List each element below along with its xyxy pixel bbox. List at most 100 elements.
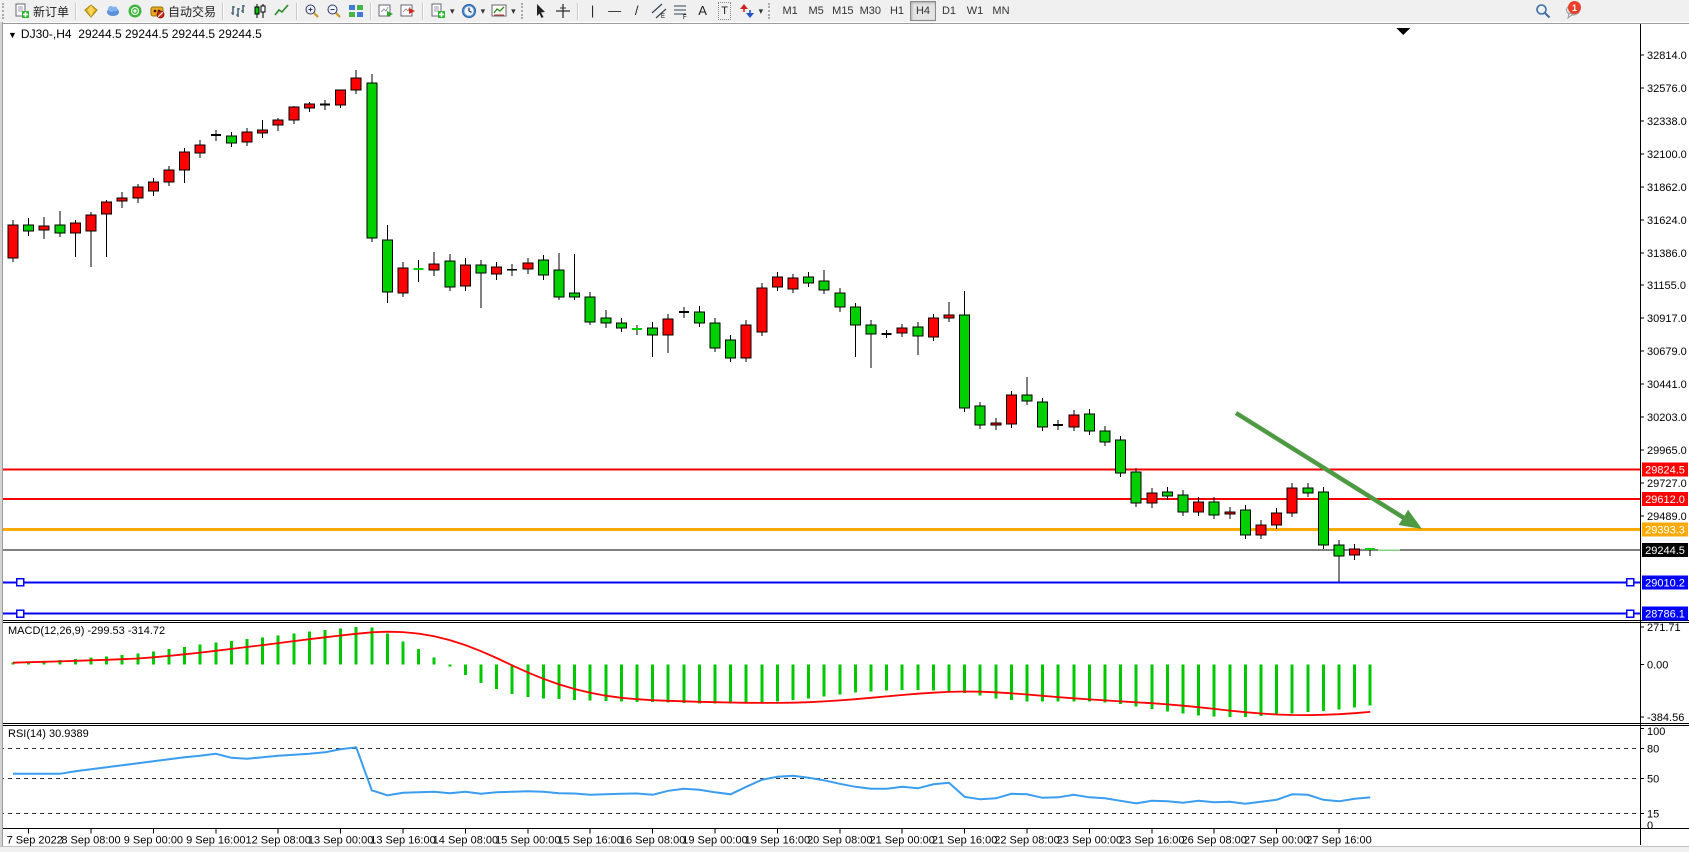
time-tick-label: 19 Sep 16:00 bbox=[745, 835, 810, 847]
candle-body bbox=[1162, 492, 1172, 496]
horizontal-line-tool-button[interactable]: — bbox=[604, 1, 626, 21]
timeframe-button-m1[interactable]: M1 bbox=[777, 1, 803, 21]
search-button[interactable] bbox=[1532, 1, 1554, 21]
community-button[interactable] bbox=[102, 1, 124, 21]
candle-body bbox=[398, 268, 408, 293]
timeframe-button-h4[interactable]: H4 bbox=[910, 1, 936, 21]
hline-icon: — bbox=[608, 3, 621, 19]
algo-trading-button[interactable]: 自动交易 bbox=[146, 1, 219, 21]
candle-body bbox=[1022, 395, 1032, 401]
trendline-tool-button[interactable]: / bbox=[626, 1, 648, 21]
toolbar-gripper[interactable] bbox=[2, 3, 9, 19]
label-tool-button[interactable]: T bbox=[714, 1, 736, 21]
candle-body bbox=[336, 90, 346, 105]
price-tick-label: 31624.0 bbox=[1647, 215, 1687, 227]
zoom-out-button[interactable] bbox=[323, 1, 345, 21]
toolbar-separator bbox=[75, 3, 77, 20]
price-tick-label: 31386.0 bbox=[1647, 248, 1687, 260]
timeframe-toolbar: M1M5M15M30H1H4D1W1MN bbox=[777, 1, 1014, 21]
line-chart-button[interactable] bbox=[271, 1, 293, 21]
timeframe-button-w1[interactable]: W1 bbox=[962, 1, 988, 21]
candle-body bbox=[1303, 488, 1313, 493]
timeframe-button-h1[interactable]: H1 bbox=[884, 1, 910, 21]
candle-body bbox=[148, 182, 158, 191]
chart-title: ▼DJ30-,H4 29244.5 29244.5 29244.5 29244.… bbox=[8, 27, 262, 41]
candle-body bbox=[570, 293, 580, 297]
candle-body bbox=[1194, 502, 1204, 512]
toolbar-separator bbox=[370, 3, 372, 20]
candle-body bbox=[492, 267, 502, 274]
timeframe-button-m5[interactable]: M5 bbox=[803, 1, 829, 21]
arrows-tool-button[interactable]: ▾ bbox=[736, 1, 767, 21]
candle-chart-button[interactable] bbox=[249, 1, 271, 21]
tile-windows-button[interactable] bbox=[345, 1, 367, 21]
candle-body bbox=[1147, 493, 1157, 503]
line-handle[interactable] bbox=[1627, 579, 1634, 586]
candle-body bbox=[102, 202, 112, 214]
period-button[interactable]: ▾ bbox=[458, 1, 489, 21]
candle-body bbox=[70, 223, 80, 233]
time-tick-label: 23 Sep 16:00 bbox=[1119, 835, 1184, 847]
time-tick-label: 22 Sep 08:00 bbox=[994, 835, 1059, 847]
candle-body bbox=[1006, 395, 1016, 424]
chart-canvas[interactable]: 32814.032576.032338.032100.031862.031624… bbox=[0, 22, 1689, 851]
toolbar-gripper[interactable] bbox=[521, 3, 528, 19]
new-chart-button[interactable]: ▾ bbox=[427, 1, 458, 21]
collapse-arrow-icon[interactable]: ▼ bbox=[8, 30, 17, 40]
new-order-button[interactable]: 新订单 bbox=[11, 1, 72, 21]
arrows-icon bbox=[739, 3, 755, 19]
chart-shift-button[interactable] bbox=[397, 1, 419, 21]
zoom-in-button[interactable] bbox=[301, 1, 323, 21]
rsi-tick-label: 15 bbox=[1647, 808, 1659, 820]
time-tick-label: 7 Sep 2022 bbox=[7, 835, 63, 847]
crosshair-icon bbox=[555, 3, 571, 19]
candle-body bbox=[8, 225, 18, 258]
chart-background bbox=[0, 22, 1689, 851]
candle-body bbox=[1287, 488, 1297, 513]
candle-body bbox=[1038, 402, 1048, 427]
chart-window[interactable]: 32814.032576.032338.032100.031862.031624… bbox=[0, 22, 1689, 851]
template-button[interactable]: ▾ bbox=[488, 1, 519, 21]
candle-body bbox=[819, 281, 829, 290]
vertical-line-tool-button[interactable]: | bbox=[582, 1, 604, 21]
macd-tick-label: 271.71 bbox=[1647, 622, 1681, 634]
chart-shift-icon bbox=[400, 3, 416, 19]
toolbar-gripper[interactable] bbox=[768, 3, 775, 19]
line-handle[interactable] bbox=[1627, 610, 1634, 617]
gem-icon bbox=[83, 3, 99, 19]
candle-body bbox=[772, 277, 782, 287]
fibonacci-tool-button[interactable] bbox=[670, 1, 692, 21]
auto-scroll-button[interactable] bbox=[375, 1, 397, 21]
timeframe-button-d1[interactable]: D1 bbox=[936, 1, 962, 21]
channel-tool-button[interactable] bbox=[648, 1, 670, 21]
candle-body bbox=[273, 120, 283, 125]
market-watch-button[interactable] bbox=[80, 1, 102, 21]
new-chart-icon bbox=[430, 3, 446, 19]
text-tool-button[interactable]: A bbox=[692, 1, 714, 21]
signals-button[interactable] bbox=[124, 1, 146, 21]
cursor-tool-button[interactable] bbox=[530, 1, 552, 21]
candle-body bbox=[741, 325, 751, 358]
candle-body bbox=[242, 132, 252, 142]
line-handle[interactable] bbox=[17, 579, 24, 586]
trendline-icon: / bbox=[635, 3, 639, 19]
timeframe-button-m15[interactable]: M15 bbox=[829, 1, 856, 21]
time-tick-label: 26 Sep 08:00 bbox=[1181, 835, 1246, 847]
candle-body bbox=[1069, 415, 1079, 427]
bar-chart-button[interactable] bbox=[227, 1, 249, 21]
time-tick-label: 15 Sep 00:00 bbox=[495, 835, 560, 847]
template-icon bbox=[491, 3, 507, 19]
period-clock-icon bbox=[461, 3, 477, 19]
timeframe-button-mn[interactable]: MN bbox=[988, 1, 1014, 21]
price-tick-label: 31155.0 bbox=[1647, 280, 1686, 292]
crosshair-tool-button[interactable] bbox=[552, 1, 574, 21]
rsi-tick-label: 80 bbox=[1647, 743, 1659, 755]
timeframe-button-m30[interactable]: M30 bbox=[857, 1, 884, 21]
candle-body bbox=[133, 187, 143, 198]
line-handle[interactable] bbox=[17, 610, 24, 617]
time-tick-label: 27 Sep 00:00 bbox=[1244, 835, 1309, 847]
macd-indicator-label: MACD(12,26,9) -299.53 -314.72 bbox=[8, 625, 165, 637]
time-tick-label: 16 Sep 08:00 bbox=[620, 835, 685, 847]
chevron-down-icon: ▾ bbox=[481, 6, 486, 17]
community-icon bbox=[105, 3, 121, 19]
